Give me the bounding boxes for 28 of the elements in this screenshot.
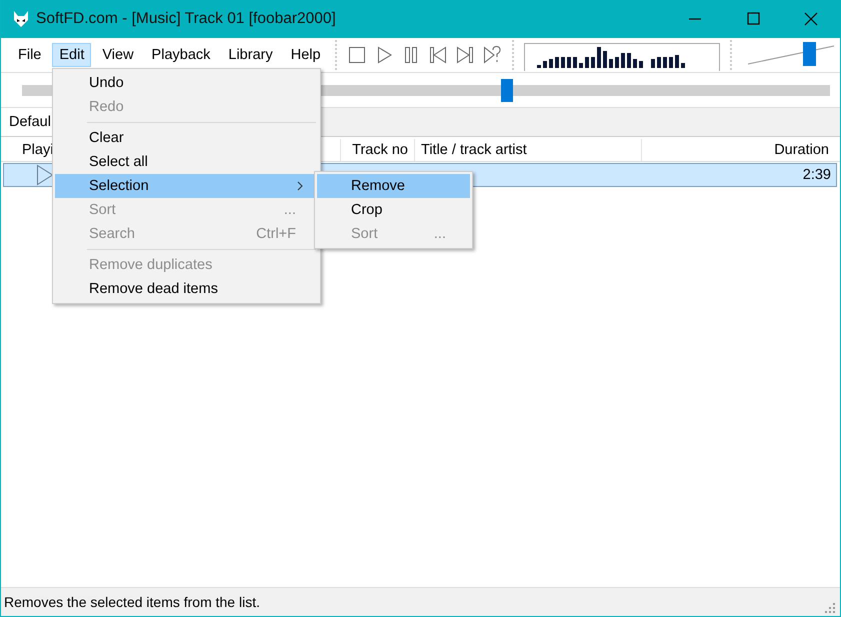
menu-item[interactable]: File <box>11 43 48 67</box>
window-title: SoftFD.com - [Music] Track 01 [foobar2000] <box>36 10 336 28</box>
resize-grip-icon[interactable] <box>824 602 836 614</box>
column-header[interactable]: Title / track artist <box>415 139 642 161</box>
menu-item[interactable]: View <box>95 43 141 67</box>
menu-item[interactable]: Crop <box>317 198 470 222</box>
menu-item[interactable]: Library <box>221 43 280 67</box>
previous-icon[interactable] <box>428 45 448 65</box>
menu-item[interactable]: Remove <box>317 174 470 198</box>
menu-item[interactable]: Undo <box>55 71 318 95</box>
menu-item[interactable]: Playback <box>144 43 218 67</box>
chevron-icon[interactable] <box>296 181 304 191</box>
menu-item[interactable]: Edit <box>52 43 92 67</box>
menu-item[interactable]: Remove dead items <box>55 277 318 301</box>
menu-item[interactable]: Help <box>284 43 328 67</box>
stop-icon[interactable] <box>347 45 367 65</box>
volume-slider[interactable] <box>746 42 836 68</box>
status-text: Removes the selected items from the list. <box>4 594 261 610</box>
duration-text: 2:39 <box>802 167 831 183</box>
next-icon[interactable] <box>455 45 475 65</box>
menu-item[interactable]: Select all <box>55 150 318 174</box>
column-header[interactable]: Track no <box>341 139 415 161</box>
volume-thumb[interactable] <box>803 42 816 66</box>
app-icon <box>12 10 30 28</box>
playing-icon[interactable] <box>36 164 54 186</box>
seek-thumb[interactable] <box>500 78 513 102</box>
random-icon[interactable] <box>482 45 502 65</box>
column-header[interactable]: Duration <box>642 139 835 161</box>
